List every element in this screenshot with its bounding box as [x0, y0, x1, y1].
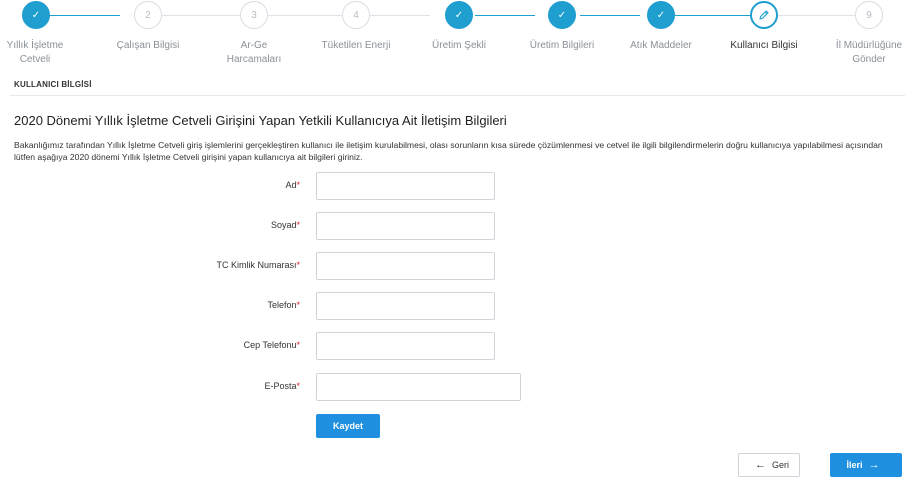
- tc-kimlik-label: TC Kimlik Numarası*: [0, 260, 300, 270]
- section-title: KULLANICI BİLGİSİ: [14, 80, 92, 89]
- wizard-line-done: [475, 15, 535, 16]
- save-button[interactable]: Kaydet: [316, 414, 380, 438]
- wizard-step-8-label[interactable]: Kullanıcı Bilgisi: [724, 39, 804, 53]
- divider: [10, 95, 905, 96]
- wizard-step-3-number[interactable]: 3: [240, 1, 268, 29]
- required-mark: *: [296, 260, 300, 270]
- wizard-line-done: [580, 15, 640, 16]
- ad-input[interactable]: [316, 172, 495, 200]
- wizard-step-9-number[interactable]: 9: [855, 1, 883, 29]
- pencil-icon: [759, 10, 769, 20]
- wizard-line: [370, 15, 430, 16]
- wizard-step-3-label[interactable]: Ar-Ge Harcamaları: [214, 39, 294, 67]
- ad-label-text: Ad: [285, 180, 297, 190]
- back-button[interactable]: ← Geri: [738, 453, 800, 477]
- cep-telefonu-label-text: Cep Telefonu: [243, 340, 297, 350]
- wizard-step-1-label[interactable]: Yıllık İşletme Cetveli: [0, 39, 75, 67]
- telefon-label-text: Telefon: [267, 300, 297, 310]
- cep-telefonu-input[interactable]: [316, 332, 495, 360]
- wizard-stepper: ✓ Yıllık İşletme Cetveli 2 Çalışan Bilgi…: [0, 0, 905, 80]
- e-posta-label-text: E-Posta: [264, 381, 297, 391]
- required-mark: *: [296, 381, 300, 391]
- next-button-label: İleri: [846, 460, 863, 470]
- tc-kimlik-label-text: TC Kimlik Numarası: [216, 260, 297, 270]
- required-mark: *: [296, 180, 300, 190]
- wizard-step-1-check-icon[interactable]: ✓: [22, 1, 50, 29]
- wizard-step-9-label[interactable]: İl Müdürlüğüne Gönder: [833, 39, 905, 67]
- wizard-step-7-check-icon[interactable]: ✓: [647, 1, 675, 29]
- wizard-line: [777, 15, 855, 16]
- page-description: Bakanlığımız tarafından Yıllık İşletme C…: [14, 140, 883, 162]
- ad-label: Ad*: [0, 180, 300, 190]
- wizard-step-4-number[interactable]: 4: [342, 1, 370, 29]
- wizard-step-2-label[interactable]: Çalışan Bilgisi: [108, 39, 188, 53]
- page-heading: 2020 Dönemi Yıllık İşletme Cetveli Giriş…: [14, 113, 507, 128]
- back-button-label: Geri: [771, 460, 789, 470]
- wizard-line: [162, 15, 240, 16]
- telefon-label: Telefon*: [0, 300, 300, 310]
- wizard-step-7-label[interactable]: Atık Maddeler: [621, 39, 701, 53]
- telefon-input[interactable]: [316, 292, 495, 320]
- required-mark: *: [296, 340, 300, 350]
- arrow-left-icon: ←: [754, 459, 766, 471]
- next-button[interactable]: İleri →: [830, 453, 902, 477]
- tc-kimlik-input[interactable]: [316, 252, 495, 280]
- wizard-line-done: [675, 15, 750, 16]
- wizard-step-6-label[interactable]: Üretim Bilgileri: [522, 39, 602, 53]
- soyad-input[interactable]: [316, 212, 495, 240]
- e-posta-label: E-Posta*: [0, 381, 300, 391]
- wizard-line-done: [50, 15, 120, 16]
- wizard-step-6-check-icon[interactable]: ✓: [548, 1, 576, 29]
- e-posta-input[interactable]: [316, 373, 521, 401]
- wizard-step-5-label[interactable]: Üretim Şekli: [419, 39, 499, 53]
- soyad-label: Soyad*: [0, 220, 300, 230]
- required-mark: *: [296, 220, 300, 230]
- required-mark: *: [296, 300, 300, 310]
- wizard-step-5-check-icon[interactable]: ✓: [445, 1, 473, 29]
- arrow-right-icon: →: [868, 459, 880, 471]
- wizard-step-4-label[interactable]: Tüketilen Enerji: [316, 39, 396, 53]
- cep-telefonu-label: Cep Telefonu*: [0, 340, 300, 350]
- wizard-step-8-pencil-icon[interactable]: [750, 1, 778, 29]
- soyad-label-text: Soyad: [270, 220, 297, 230]
- wizard-step-2-number[interactable]: 2: [134, 1, 162, 29]
- wizard-line: [268, 15, 342, 16]
